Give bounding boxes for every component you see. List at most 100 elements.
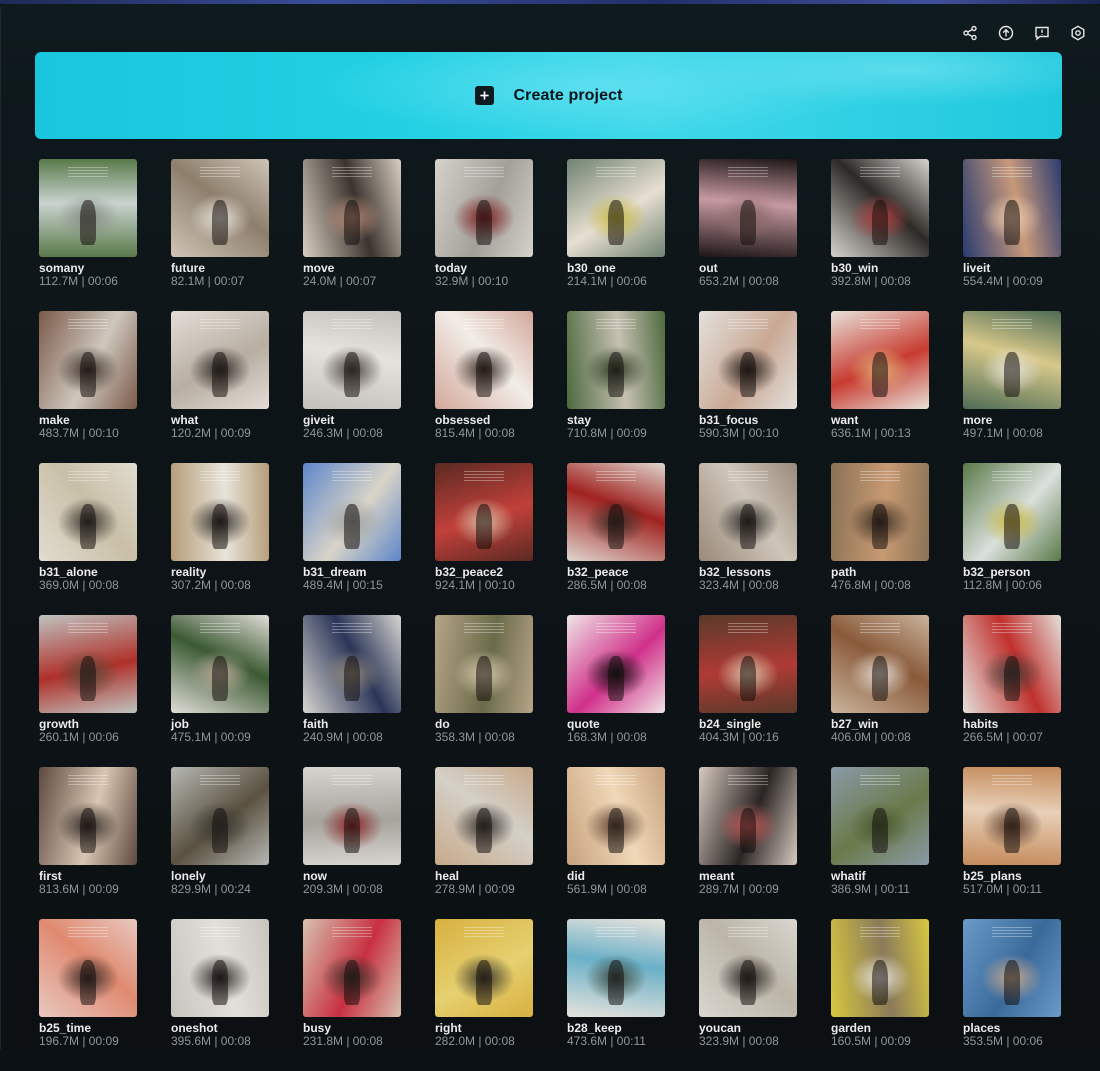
project-card[interactable]: garden 160.5M | 00:09 xyxy=(831,919,941,1071)
project-card[interactable]: oneshot 395.6M | 00:08 xyxy=(171,919,281,1071)
project-card[interactable]: b25_plans 517.0M | 00:11 xyxy=(963,767,1073,919)
project-card[interactable]: giveit 246.3M | 00:08 xyxy=(303,311,413,463)
settings-button[interactable] xyxy=(1069,24,1087,42)
project-card[interactable]: b32_peace2 924.1M | 00:10 xyxy=(435,463,545,615)
project-thumbnail[interactable] xyxy=(435,615,533,713)
project-thumbnail[interactable] xyxy=(39,463,137,561)
project-thumbnail[interactable] xyxy=(831,463,929,561)
project-card[interactable]: obsessed 815.4M | 00:08 xyxy=(435,311,545,463)
project-thumbnail[interactable] xyxy=(435,159,533,257)
project-card[interactable]: today 32.9M | 00:10 xyxy=(435,159,545,311)
project-card[interactable]: b30_one 214.1M | 00:06 xyxy=(567,159,677,311)
project-card[interactable]: do 358.3M | 00:08 xyxy=(435,615,545,767)
project-card[interactable]: b32_peace 286.5M | 00:08 xyxy=(567,463,677,615)
project-card[interactable]: b32_lessons 323.4M | 00:08 xyxy=(699,463,809,615)
project-card[interactable]: job 475.1M | 00:09 xyxy=(171,615,281,767)
project-card[interactable]: busy 231.8M | 00:08 xyxy=(303,919,413,1071)
project-card[interactable]: b25_time 196.7M | 00:09 xyxy=(39,919,149,1071)
project-card[interactable]: meant 289.7M | 00:09 xyxy=(699,767,809,919)
project-thumbnail[interactable] xyxy=(567,159,665,257)
project-card[interactable]: liveit 554.4M | 00:09 xyxy=(963,159,1073,311)
project-thumbnail[interactable] xyxy=(39,615,137,713)
project-card[interactable]: reality 307.2M | 00:08 xyxy=(171,463,281,615)
project-card[interactable]: b28_keep 473.6M | 00:11 xyxy=(567,919,677,1071)
project-thumbnail[interactable] xyxy=(303,615,401,713)
project-thumbnail[interactable] xyxy=(699,463,797,561)
project-thumbnail[interactable] xyxy=(963,919,1061,1017)
project-thumbnail[interactable] xyxy=(435,311,533,409)
project-card[interactable]: now 209.3M | 00:08 xyxy=(303,767,413,919)
project-card[interactable]: places 353.5M | 00:06 xyxy=(963,919,1073,1071)
project-thumbnail[interactable] xyxy=(39,159,137,257)
project-thumbnail[interactable] xyxy=(435,767,533,865)
project-thumbnail[interactable] xyxy=(39,919,137,1017)
project-card[interactable]: b31_focus 590.3M | 00:10 xyxy=(699,311,809,463)
create-project-button[interactable]: Create project xyxy=(35,52,1062,139)
project-thumbnail[interactable] xyxy=(963,311,1061,409)
project-thumbnail[interactable] xyxy=(303,919,401,1017)
project-thumbnail[interactable] xyxy=(435,919,533,1017)
project-card[interactable]: b24_single 404.3M | 00:16 xyxy=(699,615,809,767)
project-card[interactable]: whatif 386.9M | 00:11 xyxy=(831,767,941,919)
project-thumbnail[interactable] xyxy=(39,767,137,865)
project-thumbnail[interactable] xyxy=(171,767,269,865)
project-thumbnail[interactable] xyxy=(171,463,269,561)
project-card[interactable]: first 813.6M | 00:09 xyxy=(39,767,149,919)
project-thumbnail[interactable] xyxy=(831,919,929,1017)
project-thumbnail[interactable] xyxy=(567,311,665,409)
project-thumbnail[interactable] xyxy=(435,463,533,561)
project-card[interactable]: out 653.2M | 00:08 xyxy=(699,159,809,311)
project-thumbnail[interactable] xyxy=(567,463,665,561)
project-thumbnail[interactable] xyxy=(699,615,797,713)
project-thumbnail[interactable] xyxy=(699,159,797,257)
share-button[interactable] xyxy=(961,24,979,42)
project-thumbnail[interactable] xyxy=(831,311,929,409)
project-card[interactable]: b27_win 406.0M | 00:08 xyxy=(831,615,941,767)
project-thumbnail[interactable] xyxy=(831,159,929,257)
project-thumbnail[interactable] xyxy=(303,311,401,409)
project-thumbnail[interactable] xyxy=(171,615,269,713)
project-card[interactable]: heal 278.9M | 00:09 xyxy=(435,767,545,919)
project-thumbnail[interactable] xyxy=(699,919,797,1017)
project-thumbnail[interactable] xyxy=(567,767,665,865)
project-card[interactable]: did 561.9M | 00:08 xyxy=(567,767,677,919)
project-card[interactable]: right 282.0M | 00:08 xyxy=(435,919,545,1071)
project-thumbnail[interactable] xyxy=(171,919,269,1017)
feedback-button[interactable] xyxy=(1033,24,1051,42)
project-thumbnail[interactable] xyxy=(39,311,137,409)
project-card[interactable]: make 483.7M | 00:10 xyxy=(39,311,149,463)
project-thumbnail[interactable] xyxy=(963,159,1061,257)
project-thumbnail[interactable] xyxy=(963,615,1061,713)
project-card[interactable]: b31_dream 489.4M | 00:15 xyxy=(303,463,413,615)
project-thumbnail[interactable] xyxy=(963,463,1061,561)
project-card[interactable]: more 497.1M | 00:08 xyxy=(963,311,1073,463)
project-thumbnail[interactable] xyxy=(303,767,401,865)
project-card[interactable]: habits 266.5M | 00:07 xyxy=(963,615,1073,767)
project-card[interactable]: faith 240.9M | 00:08 xyxy=(303,615,413,767)
project-card[interactable]: future 82.1M | 00:07 xyxy=(171,159,281,311)
project-thumbnail[interactable] xyxy=(699,311,797,409)
project-card[interactable]: somany 112.7M | 00:06 xyxy=(39,159,149,311)
project-card[interactable]: b32_person 112.8M | 00:06 xyxy=(963,463,1073,615)
project-thumbnail[interactable] xyxy=(567,615,665,713)
project-card[interactable]: growth 260.1M | 00:06 xyxy=(39,615,149,767)
project-thumbnail[interactable] xyxy=(831,615,929,713)
project-thumbnail[interactable] xyxy=(303,159,401,257)
project-thumbnail[interactable] xyxy=(963,767,1061,865)
project-thumbnail[interactable] xyxy=(831,767,929,865)
project-card[interactable]: lonely 829.9M | 00:24 xyxy=(171,767,281,919)
project-card[interactable]: move 24.0M | 00:07 xyxy=(303,159,413,311)
project-card[interactable]: youcan 323.9M | 00:08 xyxy=(699,919,809,1071)
upload-button[interactable] xyxy=(997,24,1015,42)
project-card[interactable]: b31_alone 369.0M | 00:08 xyxy=(39,463,149,615)
project-card[interactable]: stay 710.8M | 00:09 xyxy=(567,311,677,463)
project-card[interactable]: path 476.8M | 00:08 xyxy=(831,463,941,615)
project-thumbnail[interactable] xyxy=(171,159,269,257)
project-thumbnail[interactable] xyxy=(567,919,665,1017)
project-card[interactable]: quote 168.3M | 00:08 xyxy=(567,615,677,767)
project-card[interactable]: b30_win 392.8M | 00:08 xyxy=(831,159,941,311)
project-card[interactable]: what 120.2M | 00:09 xyxy=(171,311,281,463)
project-card[interactable]: want 636.1M | 00:13 xyxy=(831,311,941,463)
project-thumbnail[interactable] xyxy=(303,463,401,561)
project-thumbnail[interactable] xyxy=(699,767,797,865)
